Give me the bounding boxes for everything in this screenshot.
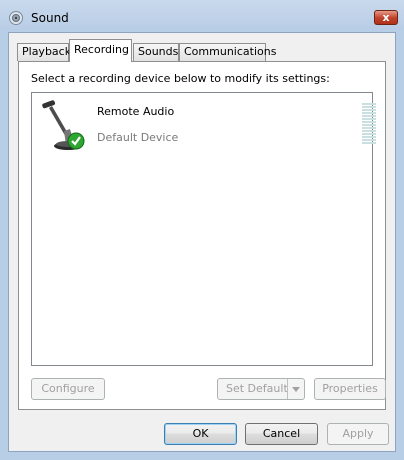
set-default-button[interactable]: Set Default xyxy=(217,378,305,400)
level-meter xyxy=(362,103,376,145)
properties-button[interactable]: Properties xyxy=(314,378,386,400)
speaker-icon xyxy=(9,11,23,25)
configure-button[interactable]: Configure xyxy=(31,378,105,400)
tab-recording[interactable]: Recording xyxy=(69,39,132,62)
recording-panel: Select a recording device below to modif… xyxy=(18,61,386,410)
list-item[interactable]: Remote Audio Default Device xyxy=(32,93,376,157)
window-title: Sound xyxy=(31,11,69,25)
ok-button[interactable]: OK xyxy=(164,423,237,445)
device-list[interactable]: Remote Audio Default Device xyxy=(31,92,376,366)
device-name: Remote Audio xyxy=(97,105,175,118)
tab-communications[interactable]: Communications xyxy=(179,43,276,61)
set-default-label: Set Default xyxy=(226,382,288,395)
device-status: Default Device xyxy=(97,131,179,144)
dialog-body: Playback Recording Sounds Communications… xyxy=(8,32,396,452)
tab-sounds[interactable]: Sounds xyxy=(133,43,179,61)
chevron-down-icon xyxy=(292,387,300,392)
instruction-text: Select a recording device below to modif… xyxy=(31,72,330,85)
set-default-dropdown[interactable] xyxy=(287,379,304,399)
close-icon: x xyxy=(382,11,390,24)
sound-dialog: Sound x Playback Recording Sounds Commun… xyxy=(0,0,404,460)
close-button[interactable]: x xyxy=(374,10,398,25)
tab-playback[interactable]: Playback xyxy=(17,43,71,61)
apply-button[interactable]: Apply xyxy=(327,423,389,445)
microphone-default-icon xyxy=(42,100,85,150)
cancel-button[interactable]: Cancel xyxy=(245,423,318,445)
title-bar[interactable]: Sound x xyxy=(0,0,404,34)
